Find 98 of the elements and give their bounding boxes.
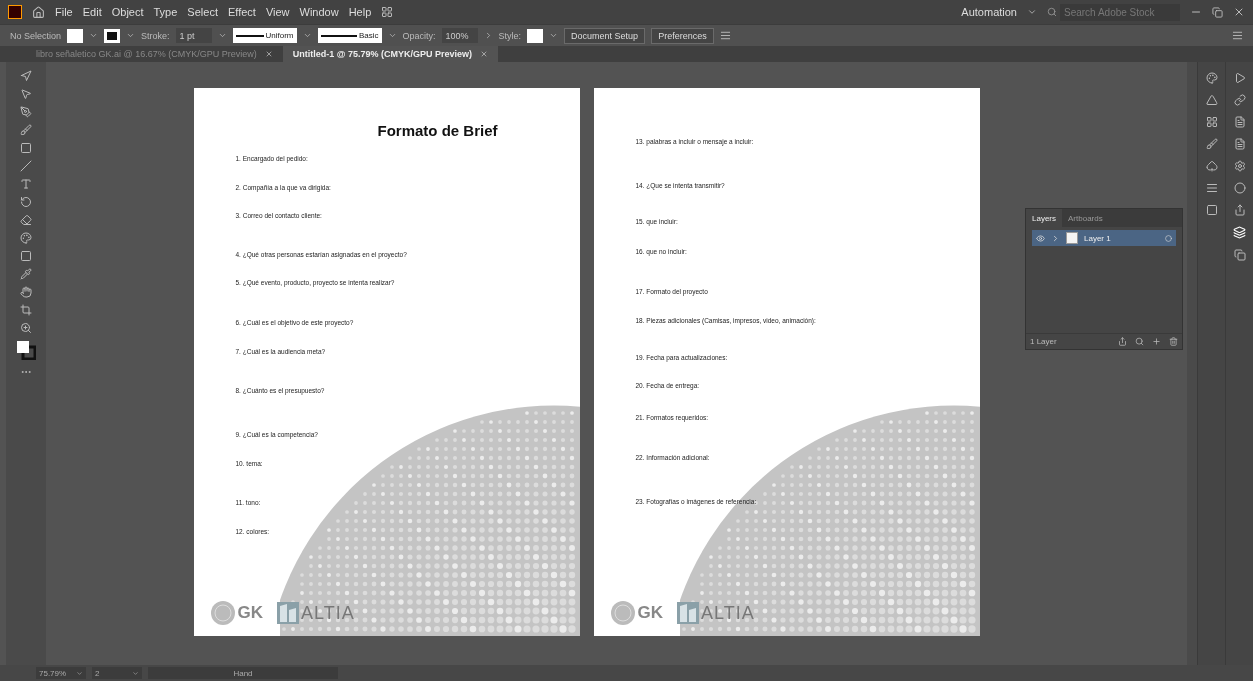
new-layer-icon[interactable] [1152,337,1161,346]
search-icon[interactable] [1135,337,1144,346]
export-icon[interactable] [1118,337,1127,346]
building-logo-icon [677,602,699,624]
restore-icon[interactable] [1212,6,1223,18]
menu-item[interactable]: Effect [227,6,256,18]
stroke-swatch[interactable] [104,28,121,43]
chevron-down-icon[interactable] [302,31,312,40]
style-swatch[interactable] [527,28,544,43]
logo-text: ALTIA [301,602,355,624]
visibility-icon[interactable] [1036,233,1045,243]
file-icon[interactable] [1233,138,1246,150]
app-logo-icon [8,5,22,19]
rectangle-tool-icon[interactable] [20,142,32,154]
gear-icon[interactable] [1233,160,1246,172]
current-tool-field[interactable]: Hand [148,667,338,679]
stroke-label: Stroke: [141,30,170,41]
zoom-tool-icon[interactable] [20,322,32,334]
workspace-dropdown[interactable]: Automation [961,6,1017,18]
home-icon[interactable] [32,5,45,19]
stroke-weight-field[interactable]: 1 pt [175,28,212,43]
selection-label: No Selection [10,30,62,41]
chevron-down-icon[interactable] [132,669,139,677]
chevron-down-icon[interactable] [549,31,559,40]
artboard-field[interactable]: 2 [92,667,142,679]
document-tab[interactable]: Untitled-1 @ 75.79% (CMYK/GPU Preview) [282,46,499,62]
stroke-icon[interactable] [1205,182,1218,194]
search-field[interactable]: Search Adobe Stock [1060,3,1180,21]
variable-width-dropdown[interactable]: Uniform [232,28,297,43]
expand-icon[interactable] [1051,233,1060,243]
circle-icon[interactable] [1233,182,1246,194]
panel-tab[interactable]: Artboards [1062,209,1109,227]
palette-icon[interactable] [1205,72,1218,84]
layer-name: Layer 1 [1084,233,1111,243]
building-logo-icon [277,602,299,624]
brush-dropdown[interactable]: Basic [317,28,382,43]
menu-item[interactable]: File [55,6,73,18]
search-icon [1047,7,1057,17]
tab-label: Untitled-1 @ 75.79% (CMYK/GPU Preview) [292,49,473,59]
chevron-down-icon[interactable] [76,669,83,677]
hand-tool-icon[interactable] [20,286,32,298]
link-icon[interactable] [1233,94,1246,106]
brush-icon[interactable] [1205,138,1218,150]
menu-item[interactable]: Type [153,6,178,18]
toolbar-button[interactable]: Document Setup [564,27,646,44]
menu-item[interactable]: Window [299,6,339,18]
eyedropper-tool-icon[interactable] [20,268,32,280]
menu-item[interactable]: View [265,6,290,18]
swatches-icon[interactable] [1205,116,1218,128]
line-tool-icon[interactable] [20,160,32,172]
logo-text: GK [637,603,663,623]
artboard-tool-icon[interactable] [20,304,32,316]
layer-thumbnail [1066,232,1078,244]
zoom-field[interactable]: 75.79% [36,667,86,679]
vertical-scrollbar[interactable] [1187,62,1197,665]
menu-item[interactable]: Object [111,6,144,18]
layers-icon[interactable] [1233,226,1246,239]
close-icon[interactable] [1233,6,1245,18]
menu-item[interactable]: Select [187,6,218,18]
menu-icon[interactable] [1232,30,1243,41]
fill-swatch[interactable] [67,28,84,43]
rotate-tool-icon[interactable] [20,196,32,208]
selection-tool-icon[interactable] [20,88,32,100]
fill-stroke-icon[interactable] [16,340,36,360]
chevron-down-icon[interactable] [387,31,397,40]
chevron-down-icon[interactable] [126,31,136,40]
logo-text: ALTIA [701,602,755,624]
tab-label: libro señaletico GK.ai @ 16.67% (CMYK/GPU Preview) [36,49,257,59]
style-label: Style: [498,30,522,41]
opacity-field[interactable]: 100% [441,28,478,43]
logo-text: GK [237,603,263,623]
artboards-icon[interactable] [1233,249,1246,261]
panel-tab[interactable]: Layers [1026,209,1062,227]
chevron-down-icon[interactable] [1027,7,1037,17]
chevron-down-icon[interactable] [217,31,227,40]
target-icon[interactable] [1165,234,1172,242]
menu-item[interactable]: Help [348,6,372,18]
document-title: Formato de Brief [376,122,499,139]
close-icon[interactable] [480,50,489,58]
menu-item[interactable]: Edit [82,6,102,18]
layer-count: 1 Layer [1030,337,1057,346]
brush-tool-icon[interactable] [20,124,32,136]
toolbar-button[interactable]: Preferences [651,27,714,44]
layer-row[interactable]: Layer 1 [1032,230,1176,246]
play-icon[interactable] [1233,72,1246,84]
workspace-switcher-icon[interactable] [381,6,394,18]
eraser-tool-icon[interactable] [20,214,32,226]
delete-icon[interactable] [1169,337,1178,346]
type-tool-icon[interactable] [20,178,32,190]
globe-logo-icon [209,600,236,626]
pen-tool-icon[interactable] [20,106,32,118]
close-icon[interactable] [264,50,273,58]
chevron-down-icon[interactable] [89,31,99,40]
opacity-label: Opacity: [402,30,436,41]
document-icon[interactable] [1233,116,1246,128]
export-icon[interactable] [1233,204,1246,216]
direct-selection-icon[interactable] [20,70,32,82]
globe-logo-icon [609,600,636,626]
